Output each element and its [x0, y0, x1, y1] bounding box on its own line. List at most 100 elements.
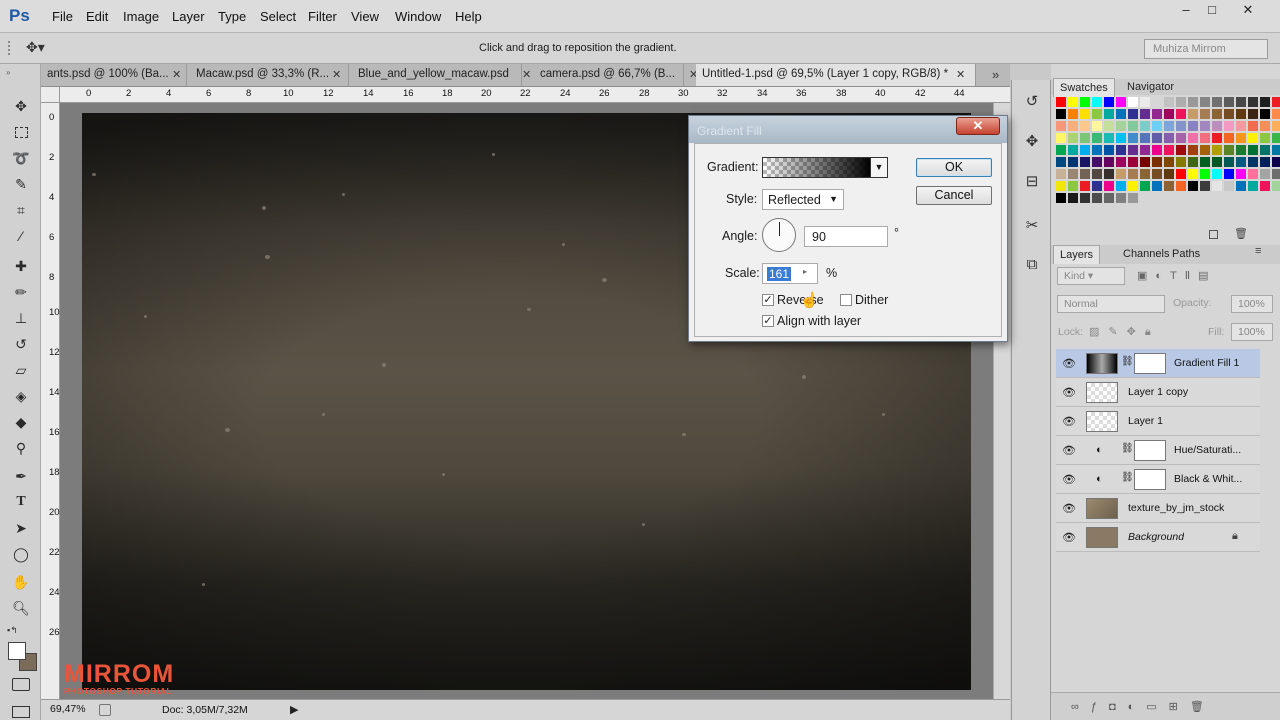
color-swatch[interactable]	[1176, 109, 1186, 119]
color-swatch[interactable]	[1188, 97, 1198, 107]
color-swatch[interactable]	[1212, 181, 1222, 191]
tab-paths[interactable]: Paths	[1166, 245, 1206, 264]
color-swatch[interactable]	[1248, 181, 1258, 191]
color-swatch[interactable]	[1176, 181, 1186, 191]
color-swatch[interactable]	[1164, 169, 1174, 179]
minimize-button[interactable]: –	[1172, 2, 1200, 20]
color-swatch[interactable]	[1068, 121, 1078, 131]
color-swatch[interactable]	[1224, 157, 1234, 167]
reverse-checkbox[interactable]: ✓	[762, 294, 774, 306]
color-swatch[interactable]	[1116, 169, 1126, 179]
color-swatch[interactable]	[1200, 109, 1210, 119]
color-swatch[interactable]	[1260, 121, 1270, 131]
panel-menu-icon[interactable]: ≡	[1255, 245, 1261, 257]
color-swatch[interactable]	[1116, 157, 1126, 167]
color-swatch[interactable]	[1092, 121, 1102, 131]
color-swatch[interactable]	[1068, 133, 1078, 143]
workspace-switcher[interactable]: Muhiza Mirrom	[1144, 39, 1268, 59]
type-tool-icon[interactable]: T	[9, 491, 33, 513]
color-swatch[interactable]	[1164, 121, 1174, 131]
export-icon[interactable]	[99, 704, 111, 716]
ruler-origin[interactable]	[41, 87, 60, 103]
fill-field[interactable]: 100%	[1231, 323, 1273, 341]
blend-mode-select[interactable]: Normal	[1057, 295, 1165, 313]
gradient-picker[interactable]	[762, 157, 872, 178]
color-swatch[interactable]	[1080, 109, 1090, 119]
color-swatch[interactable]	[1104, 169, 1114, 179]
menu-help[interactable]: Help	[455, 9, 482, 24]
color-swatch[interactable]	[1272, 181, 1280, 191]
brush-tool-icon[interactable]: ✏	[9, 281, 33, 303]
color-swatch[interactable]	[1164, 109, 1174, 119]
color-swatch[interactable]	[1152, 109, 1162, 119]
lasso-tool-icon[interactable]: ➰	[9, 147, 33, 169]
menu-filter[interactable]: Filter	[308, 9, 337, 24]
close-tab-icon[interactable]: ✕	[172, 68, 181, 81]
color-swatch[interactable]	[1068, 193, 1078, 203]
color-swatch[interactable]	[1272, 109, 1280, 119]
color-swatch[interactable]	[1092, 193, 1102, 203]
crop-tool-icon[interactable]: ⌗	[9, 199, 33, 221]
color-swatch[interactable]	[1248, 109, 1258, 119]
color-swatch[interactable]	[1056, 121, 1066, 131]
color-swatch[interactable]	[1236, 157, 1246, 167]
color-swatch[interactable]	[1056, 145, 1066, 155]
layer-row[interactable]: 👁︎ Background 🔒︎	[1056, 523, 1260, 552]
collapse-toolbar-icon[interactable]: »	[6, 68, 10, 77]
color-swatch[interactable]	[1164, 97, 1174, 107]
tool-presets-icon[interactable]: ✥	[1022, 132, 1042, 152]
clone-stamp-tool-icon[interactable]: ⊥	[9, 307, 33, 329]
healing-brush-tool-icon[interactable]: ✚	[9, 255, 33, 277]
zoom-tool-icon[interactable]: 🔍︎	[9, 597, 33, 619]
tab-layers[interactable]: Layers	[1053, 245, 1101, 264]
color-swatch[interactable]	[1236, 121, 1246, 131]
color-swatch[interactable]	[1236, 133, 1246, 143]
align-with-layer-label[interactable]: Align with layer	[777, 314, 861, 328]
ruler-horizontal[interactable]: 0 2 4 6 8 10 12 14 16 18 20 22 24 26 28 …	[60, 87, 1010, 103]
color-swatch[interactable]	[1236, 145, 1246, 155]
angle-dial[interactable]	[762, 218, 796, 252]
color-swatch[interactable]	[1116, 193, 1126, 203]
color-swatch[interactable]	[1152, 145, 1162, 155]
color-swatch[interactable]	[1068, 145, 1078, 155]
layer-row[interactable]: 👁︎ ◐ ⛓ Black & Whit...	[1056, 465, 1260, 494]
color-swatch[interactable]	[1056, 157, 1066, 167]
dither-checkbox[interactable]	[840, 294, 852, 306]
color-swatch[interactable]	[1224, 109, 1234, 119]
layer-row[interactable]: 👁︎ ⛓ Gradient Fill 1	[1056, 349, 1260, 378]
paint-bucket-tool-icon[interactable]: ◈	[9, 385, 33, 407]
close-tab-icon[interactable]: ✕	[522, 68, 531, 81]
color-swatch[interactable]	[1104, 121, 1114, 131]
color-swatch[interactable]	[1188, 121, 1198, 131]
color-swatch[interactable]	[1056, 169, 1066, 179]
color-swatch[interactable]	[1188, 181, 1198, 191]
clone-source-icon[interactable]: ⧉	[1022, 256, 1042, 276]
color-swatch[interactable]	[1068, 109, 1078, 119]
color-swatch[interactable]	[1188, 109, 1198, 119]
color-swatch[interactable]	[1128, 121, 1138, 131]
color-swatch[interactable]	[1140, 121, 1150, 131]
color-swatch[interactable]	[1140, 97, 1150, 107]
new-swatch-icon[interactable]	[1209, 230, 1218, 239]
layer-row[interactable]: 👁︎ ◐ ⛓ Hue/Saturati...	[1056, 436, 1260, 465]
color-swatch[interactable]	[1092, 181, 1102, 191]
color-swatch[interactable]	[1140, 145, 1150, 155]
color-swatch[interactable]	[1176, 157, 1186, 167]
color-swatch[interactable]	[1212, 157, 1222, 167]
visibility-eye-icon[interactable]: 👁︎	[1062, 444, 1076, 457]
color-swatch[interactable]	[1260, 133, 1270, 143]
color-swatch[interactable]	[1128, 109, 1138, 119]
tab-blue-yellow-macaw[interactable]: Blue_and_yellow_macaw.psd	[352, 64, 522, 86]
color-swatch[interactable]	[1128, 169, 1138, 179]
menu-view[interactable]: View	[351, 9, 379, 24]
color-swatch[interactable]	[1272, 157, 1280, 167]
color-swatch[interactable]	[1236, 169, 1246, 179]
color-swatch[interactable]	[1200, 181, 1210, 191]
color-swatch[interactable]	[1260, 181, 1270, 191]
color-swatch[interactable]	[1092, 97, 1102, 107]
lock-icons[interactable]: ▨✎✥🔒︎	[1089, 325, 1160, 339]
color-swatch[interactable]	[1128, 133, 1138, 143]
visibility-eye-icon[interactable]: 👁︎	[1062, 415, 1076, 428]
dialog-titlebar[interactable]: Gradient Fill ✕	[689, 116, 1007, 143]
tab-camera[interactable]: camera.psd @ 66,7% (B...	[534, 64, 684, 86]
